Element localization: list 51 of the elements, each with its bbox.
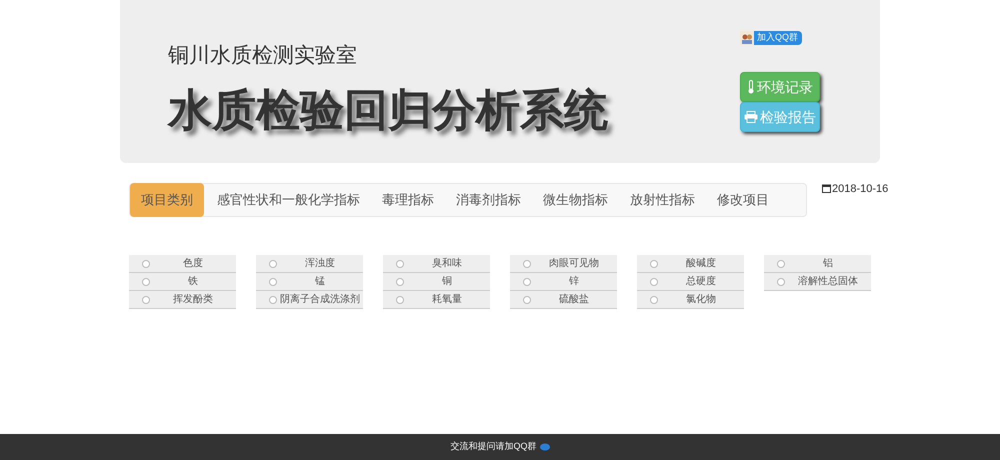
- radio-button[interactable]: [523, 296, 531, 304]
- calendar-icon: [822, 184, 831, 193]
- radio-button[interactable]: [396, 296, 404, 304]
- radio-button[interactable]: [777, 278, 785, 286]
- indicator-option[interactable]: 溶解性总固体: [764, 273, 871, 291]
- category-tab[interactable]: 项目类别: [130, 183, 204, 217]
- radio-button[interactable]: [142, 296, 150, 304]
- indicator-option[interactable]: 浑浊度: [256, 255, 363, 273]
- thermometer-icon: [747, 80, 755, 94]
- radio-button[interactable]: [142, 278, 150, 286]
- printer-icon: [744, 111, 758, 123]
- indicator-option[interactable]: 锰: [256, 273, 363, 291]
- category-tab[interactable]: 放射性指标: [619, 183, 706, 217]
- radio-button[interactable]: [523, 278, 531, 286]
- radio-button[interactable]: [650, 260, 658, 268]
- indicator-option[interactable]: 阴离子合成洗涤剂: [256, 291, 363, 309]
- indicator-option[interactable]: 色度: [129, 255, 236, 273]
- radio-button[interactable]: [142, 260, 150, 268]
- indicator-option[interactable]: 锌: [510, 273, 617, 291]
- indicator-option[interactable]: 硫酸盐: [510, 291, 617, 309]
- radio-button[interactable]: [269, 278, 277, 286]
- indicator-option[interactable]: 氯化物: [637, 291, 744, 309]
- lab-name: 铜川水质检测实验室: [168, 42, 358, 69]
- radio-button[interactable]: [523, 260, 531, 268]
- radio-button[interactable]: [396, 278, 404, 286]
- join-qq-group-link[interactable]: 加入QQ群: [740, 31, 802, 45]
- indicator-option[interactable]: 臭和味: [383, 255, 490, 273]
- indicator-option[interactable]: 酸碱度: [637, 255, 744, 273]
- radio-button[interactable]: [650, 278, 658, 286]
- chat-bubble-icon: [540, 443, 550, 451]
- category-tab[interactable]: 修改项目: [706, 183, 780, 217]
- footer-text: 交流和提问请加QQ群: [450, 440, 536, 454]
- people-icon: [740, 31, 754, 45]
- radio-button[interactable]: [650, 296, 658, 304]
- indicator-option[interactable]: 铜: [383, 273, 490, 291]
- category-tab[interactable]: 消毒剂指标: [445, 183, 532, 217]
- radio-button[interactable]: [269, 296, 277, 304]
- indicator-option[interactable]: 肉眼可见物: [510, 255, 617, 273]
- indicator-option[interactable]: 铁: [129, 273, 236, 291]
- date-text: 2018-10-16: [832, 184, 888, 195]
- category-tab[interactable]: 微生物指标: [532, 183, 619, 217]
- category-tab[interactable]: 感官性状和一般化学指标: [206, 183, 371, 217]
- indicator-option[interactable]: 总硬度: [637, 273, 744, 291]
- indicator-option[interactable]: 铝: [764, 255, 871, 273]
- indicator-option[interactable]: 耗氧量: [383, 291, 490, 309]
- radio-button[interactable]: [777, 260, 785, 268]
- radio-button[interactable]: [396, 260, 404, 268]
- indicator-option[interactable]: 挥发酚类: [129, 291, 236, 309]
- category-tab[interactable]: 毒理指标: [371, 183, 445, 217]
- system-title: 水质检验回归分析系统: [168, 84, 608, 138]
- radio-button[interactable]: [269, 260, 277, 268]
